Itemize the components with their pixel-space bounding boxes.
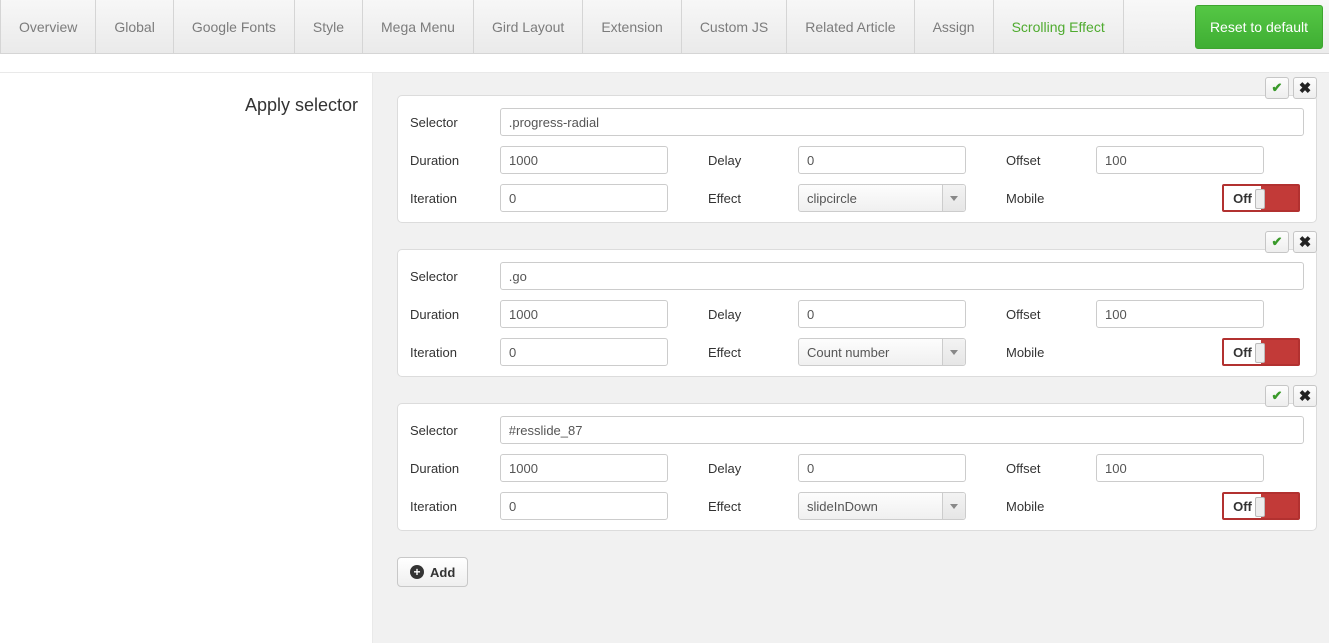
selector-list: ✔✖SelectorDurationDelayOffsetIterationEf… <box>372 73 1329 643</box>
tab-style[interactable]: Style <box>295 0 363 53</box>
add-button[interactable]: +Add <box>397 557 468 587</box>
tab-global[interactable]: Global <box>96 0 173 53</box>
iteration-input[interactable] <box>500 184 668 212</box>
delay-input[interactable] <box>798 146 966 174</box>
selector-input[interactable] <box>500 108 1304 136</box>
duration-label: Duration <box>410 153 500 168</box>
delay-input[interactable] <box>798 454 966 482</box>
confirm-icon[interactable]: ✔ <box>1265 385 1289 407</box>
selector-card: ✔✖SelectorDurationDelayOffsetIterationEf… <box>397 403 1317 531</box>
offset-label: Offset <box>1006 461 1096 476</box>
tab-mega-menu[interactable]: Mega Menu <box>363 0 474 53</box>
tab-assign[interactable]: Assign <box>915 0 994 53</box>
selector-label: Selector <box>410 269 500 284</box>
duration-label: Duration <box>410 307 500 322</box>
duration-input[interactable] <box>500 146 668 174</box>
selector-input[interactable] <box>500 416 1304 444</box>
effect-label: Effect <box>708 191 798 206</box>
mobile-toggle[interactable]: Off <box>1222 184 1300 212</box>
delay-label: Delay <box>708 461 798 476</box>
effect-select[interactable]: clipcircle <box>798 184 966 212</box>
tab-overview[interactable]: Overview <box>0 0 96 53</box>
tab-gird-layout[interactable]: Gird Layout <box>474 0 583 53</box>
plus-icon: + <box>410 565 424 579</box>
selector-input[interactable] <box>500 262 1304 290</box>
mobile-label: Mobile <box>1006 499 1096 514</box>
delay-input[interactable] <box>798 300 966 328</box>
close-icon[interactable]: ✖ <box>1293 77 1317 99</box>
page-body: Apply selector ✔✖SelectorDurationDelayOf… <box>0 72 1329 643</box>
duration-label: Duration <box>410 461 500 476</box>
delay-label: Delay <box>708 307 798 322</box>
tab-bar: OverviewGlobalGoogle FontsStyleMega Menu… <box>0 0 1329 54</box>
reset-to-default-button[interactable]: Reset to default <box>1195 5 1323 49</box>
mobile-toggle[interactable]: Off <box>1222 338 1300 366</box>
section-title: Apply selector <box>0 73 372 643</box>
iteration-input[interactable] <box>500 338 668 366</box>
selector-card: ✔✖SelectorDurationDelayOffsetIterationEf… <box>397 95 1317 223</box>
confirm-icon[interactable]: ✔ <box>1265 231 1289 253</box>
tab-custom-js[interactable]: Custom JS <box>682 0 787 53</box>
delay-label: Delay <box>708 153 798 168</box>
tab-google-fonts[interactable]: Google Fonts <box>174 0 295 53</box>
iteration-label: Iteration <box>410 499 500 514</box>
effect-select[interactable]: slideInDown <box>798 492 966 520</box>
effect-label: Effect <box>708 499 798 514</box>
offset-label: Offset <box>1006 307 1096 322</box>
tab-scrolling-effect[interactable]: Scrolling Effect <box>994 0 1124 53</box>
selector-card: ✔✖SelectorDurationDelayOffsetIterationEf… <box>397 249 1317 377</box>
mobile-label: Mobile <box>1006 191 1096 206</box>
selector-label: Selector <box>410 115 500 130</box>
iteration-input[interactable] <box>500 492 668 520</box>
iteration-label: Iteration <box>410 191 500 206</box>
offset-input[interactable] <box>1096 146 1264 174</box>
close-icon[interactable]: ✖ <box>1293 231 1317 253</box>
effect-label: Effect <box>708 345 798 360</box>
tab-extension[interactable]: Extension <box>583 0 681 53</box>
iteration-label: Iteration <box>410 345 500 360</box>
effect-select[interactable]: Count number <box>798 338 966 366</box>
mobile-toggle[interactable]: Off <box>1222 492 1300 520</box>
offset-label: Offset <box>1006 153 1096 168</box>
duration-input[interactable] <box>500 454 668 482</box>
duration-input[interactable] <box>500 300 668 328</box>
tab-related-article[interactable]: Related Article <box>787 0 914 53</box>
close-icon[interactable]: ✖ <box>1293 385 1317 407</box>
selector-label: Selector <box>410 423 500 438</box>
offset-input[interactable] <box>1096 300 1264 328</box>
offset-input[interactable] <box>1096 454 1264 482</box>
mobile-label: Mobile <box>1006 345 1096 360</box>
confirm-icon[interactable]: ✔ <box>1265 77 1289 99</box>
